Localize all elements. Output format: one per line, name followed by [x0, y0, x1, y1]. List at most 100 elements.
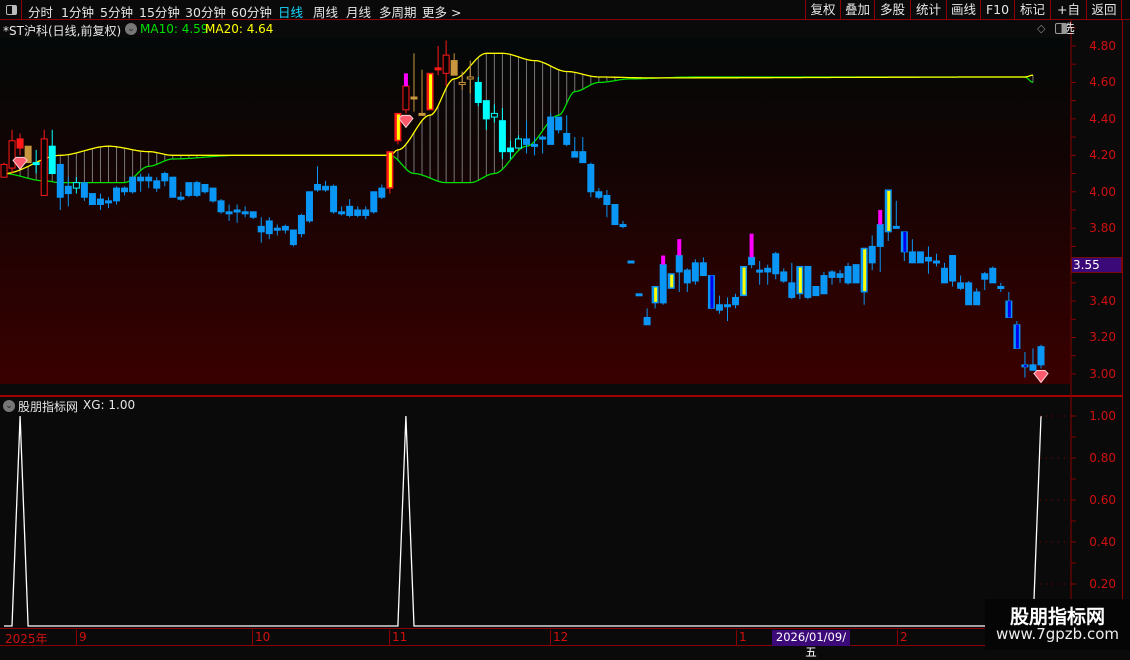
candle-body — [965, 282, 973, 306]
chart-title-row: *ST沪科(日线,前复权) ⌄ MA10: 4.59 MA20: 4.64 ◇ — [0, 20, 1070, 38]
candle-body — [193, 182, 201, 196]
candle-body — [699, 262, 707, 277]
candle-body — [346, 205, 354, 216]
candle-body — [756, 269, 764, 273]
candle-body — [96, 198, 104, 206]
add-watchlist-button[interactable]: +自选 — [1050, 0, 1086, 36]
adjust-button[interactable]: 复权 — [805, 0, 840, 20]
period-5min[interactable]: 5分钟 — [100, 2, 133, 21]
back-button[interactable]: 返回 — [1086, 0, 1122, 20]
diamond-icon[interactable]: ◇ — [1037, 22, 1045, 35]
candle-body — [450, 60, 458, 76]
price-tick: 4.40 — [1089, 112, 1116, 126]
candle-body — [48, 145, 56, 175]
period-daily[interactable]: 日线 — [278, 2, 303, 21]
candle-body — [659, 264, 667, 304]
price-tick: 4.20 — [1089, 148, 1116, 162]
candle-body — [989, 267, 997, 284]
period-weekly[interactable]: 周线 — [313, 2, 338, 21]
panel-toggle-icon[interactable] — [1055, 23, 1067, 34]
candle-body — [683, 269, 691, 284]
candle-highlight — [798, 267, 802, 293]
overlay-button[interactable]: 叠加 — [840, 0, 874, 20]
candle-body — [161, 173, 169, 182]
candle — [820, 271, 828, 295]
candle-body — [523, 138, 531, 145]
period-60min[interactable]: 60分钟 — [231, 2, 272, 21]
candle-body — [571, 151, 579, 158]
side-panel-edge[interactable] — [1122, 20, 1130, 628]
candle-body — [129, 176, 137, 193]
candle-highlight — [1007, 301, 1011, 318]
period-1min[interactable]: 1分钟 — [61, 2, 94, 21]
candle — [587, 162, 595, 198]
candle-body — [1029, 364, 1037, 371]
candle-body — [80, 182, 88, 198]
candle-body — [338, 211, 346, 215]
candle-body — [137, 176, 145, 182]
indicator-tick: 0.60 — [1089, 493, 1116, 507]
candle-body — [932, 260, 940, 264]
candle-body — [362, 209, 370, 216]
chevron-down-icon[interactable]: ⌄ — [125, 23, 137, 35]
candle — [804, 265, 812, 300]
candle — [965, 281, 973, 306]
candle-body — [764, 267, 772, 273]
candle-body — [201, 183, 209, 193]
mark-button[interactable]: 标记 — [1014, 0, 1050, 20]
candle-body — [555, 116, 563, 131]
candle-body — [587, 163, 595, 193]
candle — [852, 264, 860, 284]
candle-magenta-top — [403, 73, 408, 87]
candle-body — [145, 176, 153, 182]
candle-highlight — [654, 287, 658, 302]
candle — [740, 265, 748, 297]
candle-highlight — [388, 152, 392, 188]
sidebar-toggle-icon[interactable] — [0, 0, 22, 20]
period-30min[interactable]: 30分钟 — [185, 2, 226, 21]
candle-body — [611, 204, 619, 226]
candle — [305, 191, 313, 223]
candle-body — [466, 76, 474, 80]
candle-body — [563, 132, 571, 145]
indicator-tick: 1.00 — [1089, 409, 1116, 423]
candle-body — [105, 200, 113, 204]
candle-highlight — [887, 190, 891, 231]
candle-highlight — [1023, 364, 1027, 367]
candle-body — [723, 304, 731, 308]
indicator-tick: 0.80 — [1089, 451, 1116, 465]
price-tick: 4.00 — [1089, 185, 1116, 199]
current-price-marker: 3.55 — [1071, 257, 1122, 273]
candle-body — [812, 286, 820, 297]
candle-body — [474, 81, 482, 103]
candle-body — [225, 211, 233, 215]
statistics-button[interactable]: 统计 — [910, 0, 946, 20]
chevron-down-icon[interactable]: ⌄ — [3, 400, 15, 412]
candle-body — [72, 182, 80, 189]
period-15min[interactable]: 15分钟 — [139, 2, 180, 21]
candle-body — [941, 267, 949, 284]
period-multi[interactable]: 多周期 — [379, 2, 417, 21]
candle — [330, 184, 338, 214]
candle-body — [153, 180, 161, 189]
candle — [426, 72, 434, 111]
kline-chart[interactable] — [0, 0, 1130, 650]
candle — [844, 262, 852, 285]
candle — [611, 204, 619, 226]
period-more[interactable]: 更多 > — [422, 2, 461, 21]
candle-body — [281, 225, 289, 231]
candle-body — [949, 255, 957, 282]
multi-stock-button[interactable]: 多股 — [874, 0, 910, 20]
candle — [297, 213, 305, 238]
period-monthly[interactable]: 月线 — [346, 2, 371, 21]
draw-line-button[interactable]: 画线 — [946, 0, 980, 20]
candle-body — [217, 200, 225, 213]
period-intraday[interactable]: 分时 — [28, 2, 53, 21]
candle-body — [836, 273, 844, 278]
candle — [169, 176, 177, 198]
f10-button[interactable]: F10 — [980, 0, 1014, 20]
candle-body — [804, 265, 812, 298]
price-tick: 3.80 — [1089, 221, 1116, 235]
period-toolbar: 分时 1分钟 5分钟 15分钟 30分钟 60分钟 日线 周线 月线 多周期 更… — [0, 0, 1130, 36]
candle-body — [482, 100, 490, 120]
